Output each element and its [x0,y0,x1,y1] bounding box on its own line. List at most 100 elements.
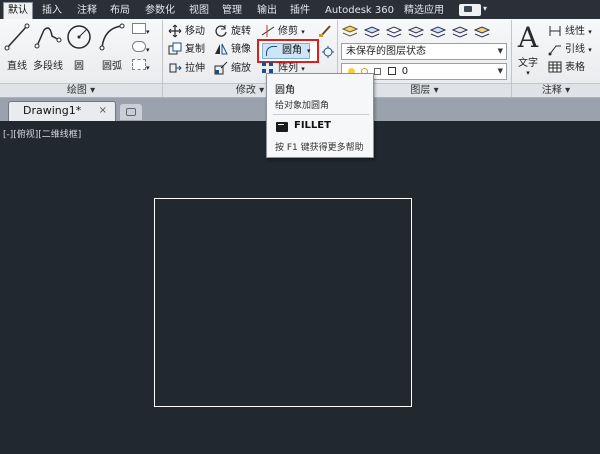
region-tool[interactable]: ▾ [132,59,150,76]
fillet-dropdown-arrow[interactable]: ▾ [307,43,315,59]
ribbon-toggle-icon[interactable] [459,4,481,16]
circle-icon [67,25,91,49]
layer-tool-6[interactable] [474,23,493,40]
layer-match-icon [386,25,402,38]
rectangle-icon [132,23,146,34]
layer-state-value: 未保存的图层状态 [346,46,426,57]
mirror-button[interactable]: 镜像 [214,41,251,58]
circle-button[interactable]: 圆 [64,22,94,72]
tooltip-help: 按 F1 键获得更多帮助 [275,143,364,153]
fillet-button[interactable]: 圆角 [262,43,310,59]
region-icon [132,59,146,70]
new-tab-button[interactable] [120,104,142,120]
stretch-button[interactable]: 拉伸 [168,60,205,77]
close-icon[interactable]: × [99,102,107,120]
layers-icon [342,24,358,37]
text-icon: A [517,21,539,54]
linear-dimension-button[interactable]: 线性 ▾ [548,23,592,40]
layer-lock-icon [474,25,490,38]
fillet-icon [266,46,277,56]
layer-isolate-icon [430,25,446,38]
tab-output[interactable]: 输出 [253,3,281,19]
tab-view[interactable]: 视图 [185,3,213,19]
scale-button[interactable]: 缩放 [214,60,251,77]
layer-tool-1[interactable] [364,23,383,40]
fillet-label: 圆角 [282,45,302,56]
tab-autodesk360[interactable]: Autodesk 360 [321,3,398,19]
linear-label: 线性 [565,26,585,37]
tab-plugins[interactable]: 插件 [286,3,314,19]
arc-label: 圆弧 [102,61,122,72]
draw-panel-title[interactable]: 绘图 ▾ [0,83,162,97]
tab-layout[interactable]: 布局 [106,3,134,19]
layer-state-dropdown[interactable]: 未保存的图层状态 ▼ [341,43,507,60]
tooltip-title: 圆角 [275,85,295,96]
layer-tool-2[interactable] [386,23,405,40]
tab-parametric[interactable]: 参数化 [141,3,179,19]
tab-annotate[interactable]: 注释 [73,3,101,19]
tooltip-command: FILLET [294,120,331,131]
stretch-label: 拉伸 [185,63,205,74]
viewport-controls-label[interactable]: [-][俯视][二维线框] [3,127,81,140]
arc-button[interactable]: 圆弧 [96,22,128,72]
copy-button[interactable]: 复制 [168,41,205,58]
table-label: 表格 [565,62,585,73]
layer-freeze-icon [452,25,468,38]
trim-icon [261,25,275,37]
layer-tool-4[interactable] [430,23,449,40]
text-label: 文字 [518,58,538,69]
scale-label: 缩放 [231,63,251,74]
leader-icon [548,45,561,56]
chevron-down-icon[interactable]: ▾ [483,4,487,13]
mirror-icon [215,43,228,55]
layer-previous-icon [408,25,424,38]
annotation-panel-title[interactable]: 注释 ▾ [512,83,600,97]
copy-label: 复制 [185,44,205,55]
table-button[interactable]: 表格 [548,59,585,76]
tab-insert[interactable]: 插入 [38,3,66,19]
move-icon [168,24,182,38]
linear-dimension-icon [549,26,561,36]
move-button[interactable]: 移动 [168,23,205,40]
drawn-rectangle[interactable] [154,198,412,407]
circle-label: 圆 [74,61,84,72]
rectangle-tool[interactable]: ▾ [132,23,150,40]
text-button[interactable]: A 文字 ▾ [513,21,543,78]
tooltip-divider [273,114,369,115]
layer-tool-3[interactable] [408,23,427,40]
line-label: 直线 [7,61,27,72]
leader-label: 引线 [565,44,585,55]
chevron-down-icon: ▾ [526,69,530,77]
polyline-icon [34,27,62,49]
stretch-icon [169,63,182,73]
file-tab-drawing1[interactable]: Drawing1* × [8,101,116,121]
line-icon [4,23,30,51]
drawing-canvas[interactable]: [-][俯视][二维线框] [0,121,600,454]
tab-default[interactable]: 默认 [3,2,33,19]
copy-icon [168,42,182,55]
rotate-icon [215,25,227,37]
layer-state-icon [364,25,380,38]
line-button[interactable]: 直线 [2,22,32,72]
tab-manage[interactable]: 管理 [218,3,246,19]
tab-featured-apps[interactable]: 精选应用 [400,3,448,19]
move-label: 移动 [185,26,205,37]
layer-properties-button[interactable] [342,23,361,40]
trim-button[interactable]: 修剪 ▾ [261,23,305,40]
rotate-button[interactable]: 旋转 [214,23,251,40]
current-layer-name: 0 [401,66,409,77]
trim-label: 修剪 [278,26,298,37]
scale-icon [214,61,228,75]
table-icon [548,61,562,73]
layer-tool-5[interactable] [452,23,471,40]
hatch-icon [132,41,146,52]
leader-button[interactable]: 引线 ▾ [548,41,592,58]
polyline-button[interactable]: 多段线 [32,22,64,72]
hatch-tool[interactable]: ▾ [132,41,150,58]
explode-button[interactable] [321,44,338,61]
polyline-label: 多段线 [33,61,63,72]
command-icon [276,122,288,132]
file-tab-label: Drawing1* [23,104,82,117]
erase-button[interactable] [318,23,335,40]
lock-icon [374,67,382,75]
